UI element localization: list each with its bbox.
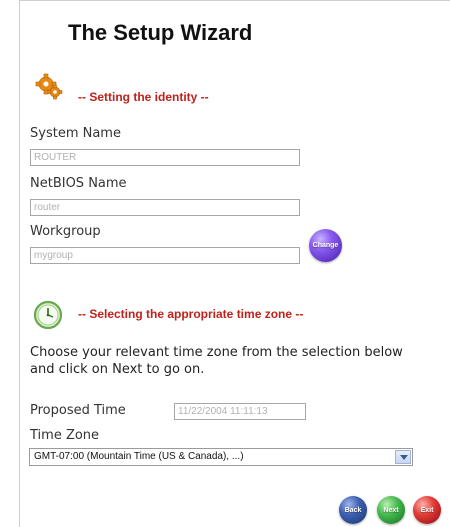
timezone-heading: -- Selecting the appropriate time zone -… <box>78 307 304 321</box>
system-name-label: System Name <box>30 126 121 141</box>
change-button[interactable]: Change <box>309 229 342 262</box>
timezone-select-value: GMT-07:00 (Mountain Time (US & Canada), … <box>34 451 244 462</box>
workgroup-field[interactable]: mygroup <box>30 247 300 264</box>
timezone-select[interactable]: GMT-07:00 (Mountain Time (US & Canada), … <box>29 448 413 466</box>
back-button-label: Back <box>344 506 362 514</box>
page-title: The Setup Wizard <box>68 20 253 45</box>
chevron-down-icon[interactable] <box>395 450 411 464</box>
proposed-time-label: Proposed Time <box>30 403 126 418</box>
identity-heading: -- Setting the identity -- <box>78 90 209 104</box>
timezone-label: Time Zone <box>30 428 100 443</box>
next-button-label: Next <box>383 506 399 514</box>
next-button[interactable]: Next <box>377 496 405 524</box>
proposed-time-field[interactable]: 11/22/2004 11:11:13 <box>174 403 306 420</box>
gear-icon <box>35 72 63 100</box>
change-button-label: Change <box>312 242 339 249</box>
netbios-name-field[interactable]: router <box>30 199 300 216</box>
workgroup-label: Workgroup <box>30 224 101 239</box>
netbios-name-label: NetBIOS Name <box>30 176 127 191</box>
timezone-instructions: Choose your relevant time zone from the … <box>30 345 403 377</box>
clock-icon <box>33 300 63 330</box>
system-name-field[interactable]: ROUTER <box>30 149 300 166</box>
exit-button[interactable]: Exit <box>413 496 441 524</box>
back-button[interactable]: Back <box>339 496 367 524</box>
exit-button-label: Exit <box>420 506 434 514</box>
